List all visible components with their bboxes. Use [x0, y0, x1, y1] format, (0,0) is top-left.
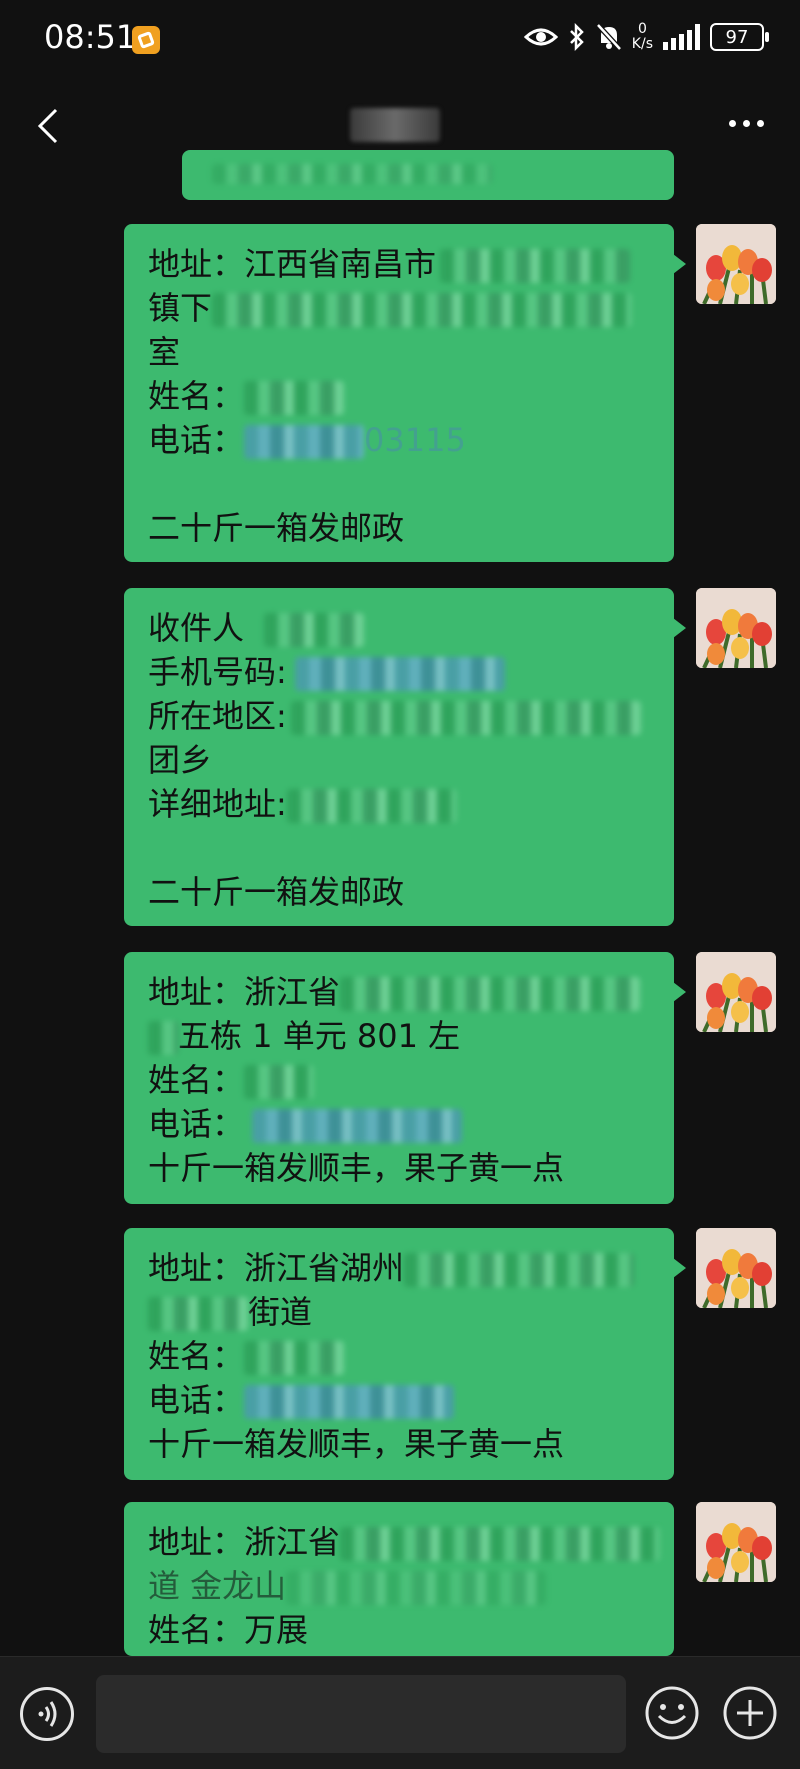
tulip-avatar-icon [696, 588, 776, 668]
status-bar: 08:51 0 K/s 97 [0, 0, 800, 80]
message-bubble-partial[interactable] [182, 150, 674, 200]
app-badge-icon [132, 26, 160, 54]
voice-button[interactable] [20, 1687, 74, 1741]
phone-line: 手机号码: [148, 650, 650, 694]
avatar[interactable] [696, 1228, 776, 1308]
tulip-avatar-icon [696, 224, 776, 304]
name-line: 姓名：万展 [148, 1611, 309, 1649]
tulip-avatar-icon [696, 952, 776, 1032]
status-icons: 0 K/s 97 [523, 22, 769, 52]
avatar[interactable] [696, 952, 776, 1032]
recipient-line: 收件人 [148, 606, 650, 650]
address-line-2: 道 金龙山 [148, 1564, 650, 1608]
name-line: 姓名： [148, 1334, 650, 1378]
input-bar [0, 1656, 800, 1769]
avatar[interactable] [696, 588, 776, 668]
net-speed-value: 0 [637, 21, 647, 37]
message-input[interactable] [96, 1675, 626, 1753]
eye-icon [523, 28, 558, 46]
chat-title [350, 108, 440, 142]
address-line: 地址：浙江省 [148, 1520, 661, 1564]
bluetooth-icon [569, 23, 584, 51]
net-speed-unit: K/s [631, 36, 653, 52]
tulip-avatar-icon [696, 1228, 776, 1308]
note-line: 十斤一箱发顺丰，果子黄一点 [148, 1425, 565, 1463]
note-line: 十斤一箱发顺丰，果子黄一点 [148, 1149, 565, 1187]
avatar[interactable] [696, 224, 776, 304]
address-line: 地址：浙江省 [148, 970, 650, 1014]
address-line: 地址：江西省南昌市 [148, 242, 650, 286]
phone-line: 电话： [148, 1378, 650, 1422]
address-line-2: 街道 [148, 1290, 650, 1334]
detail-address-line: 详细地址: [148, 782, 650, 826]
more-button[interactable] [729, 120, 764, 127]
message-bubble[interactable]: 地址：浙江省 五栋 1 单元 801 左 姓名： 电话： 十斤一箱发顺丰，果子黄… [124, 952, 686, 1204]
region-line-2: 团乡 [148, 741, 213, 779]
more-dots-icon [729, 120, 736, 127]
region-line: 所在地区: [148, 694, 650, 738]
plus-icon[interactable] [722, 1685, 778, 1741]
note-line: 二十斤一箱发邮政 [148, 509, 405, 547]
back-button[interactable] [30, 106, 70, 146]
signal-icon [663, 24, 700, 50]
phone-line: 电话： 03115 [148, 421, 466, 459]
voice-icon [38, 1701, 57, 1727]
address-line: 地址：浙江省湖州 [148, 1246, 650, 1290]
address-line-2: 镇下 [148, 286, 650, 330]
name-line: 姓名： [148, 374, 650, 418]
note-line: 二十斤一箱发邮政 [148, 873, 405, 911]
status-time: 08:51 [44, 18, 137, 56]
address-line-3: 室 [148, 333, 181, 371]
battery-icon: 97 [710, 23, 769, 51]
mute-icon [595, 23, 622, 51]
phone-line: 电话： [148, 1102, 650, 1146]
address-line-2: 五栋 1 单元 801 左 [148, 1014, 650, 1058]
battery-level: 97 [725, 26, 749, 48]
tulip-avatar-icon [696, 1502, 776, 1582]
message-bubble[interactable]: 地址：江西省南昌市 镇下 室 姓名： 电话： 03115 二十斤一箱发邮政 [124, 224, 686, 562]
emoji-icon[interactable] [644, 1685, 700, 1741]
avatar[interactable] [696, 1502, 776, 1582]
message-bubble[interactable]: 地址：浙江省湖州 街道 姓名： 电话： 十斤一箱发顺丰，果子黄一点 [124, 1228, 686, 1480]
net-speed: 0 K/s [632, 22, 653, 52]
message-bubble[interactable]: 地址：浙江省 道 金龙山 姓名：万展 [124, 1502, 674, 1656]
message-bubble[interactable]: 收件人 手机号码: 所在地区: 团乡 详细地址: 二十斤一箱发邮政 [124, 588, 686, 926]
name-line: 姓名： [148, 1058, 650, 1102]
